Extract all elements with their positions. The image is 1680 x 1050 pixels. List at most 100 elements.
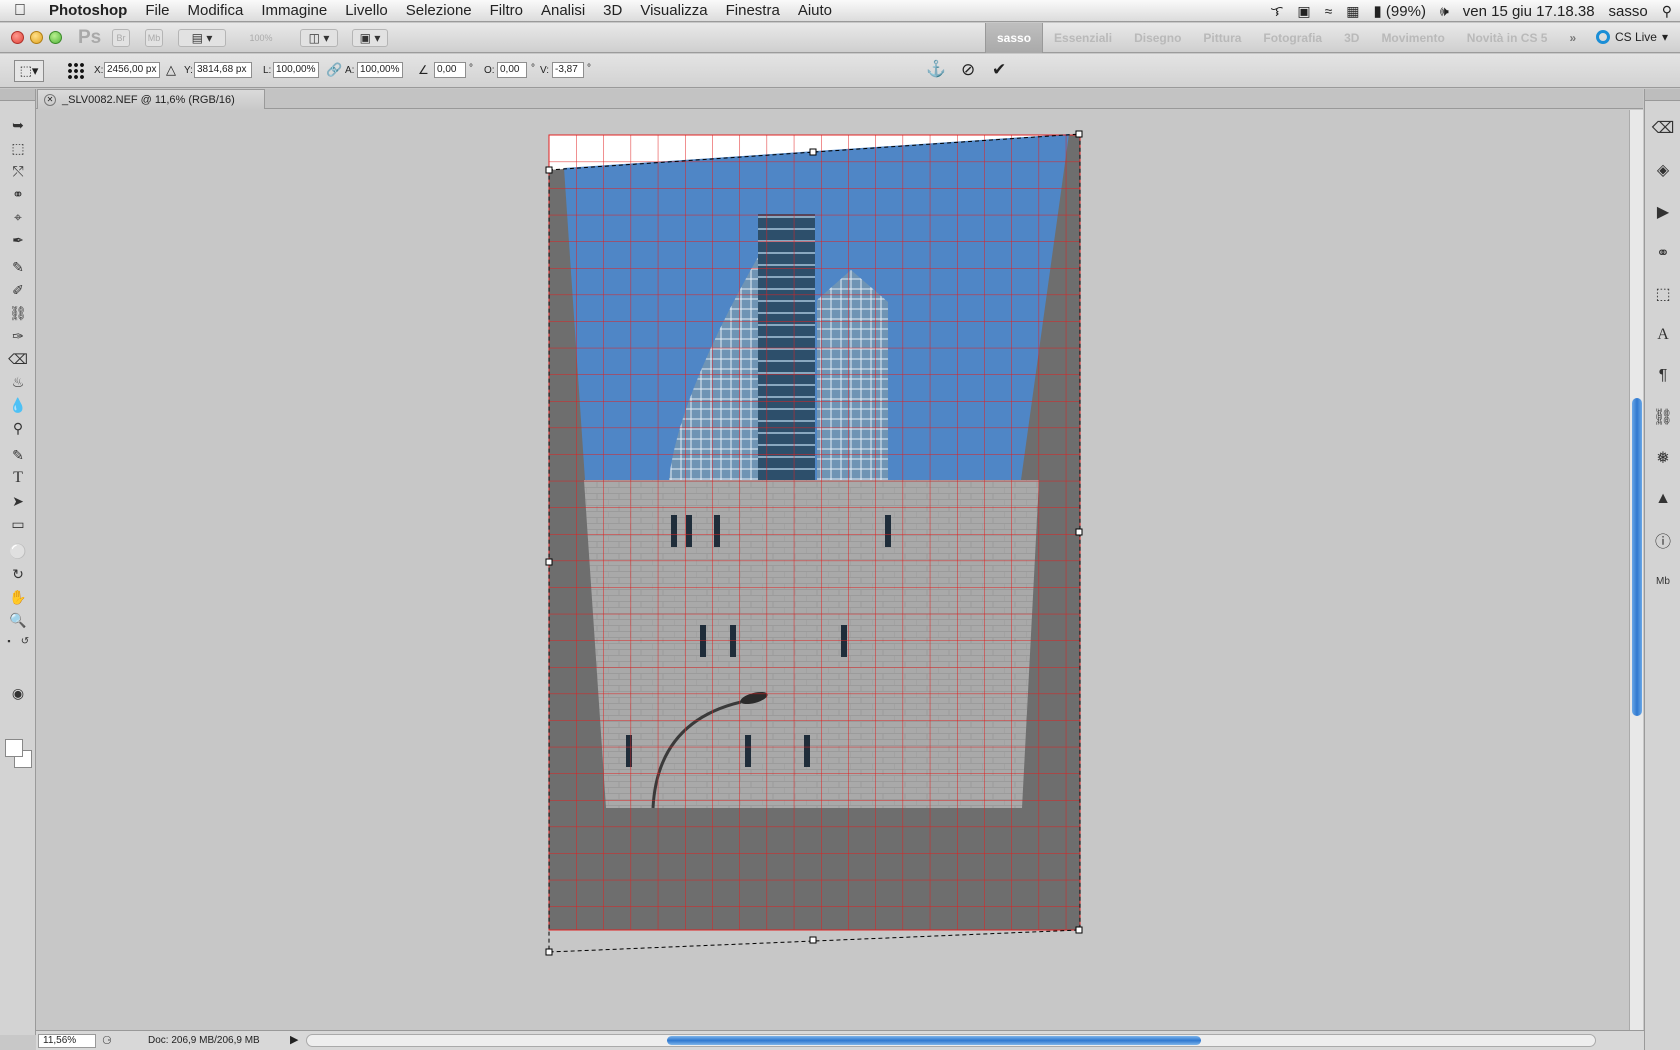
bluetooth-icon[interactable]: ᜎ xyxy=(1271,2,1284,21)
close-window-button[interactable] xyxy=(11,31,24,44)
link-icon[interactable]: 🔗 xyxy=(326,62,342,78)
apple-icon[interactable]:  xyxy=(0,2,40,20)
commit-transform-icon[interactable]: ✔ xyxy=(992,61,1006,78)
clone-source-panel-icon[interactable]: ⛓ xyxy=(1652,406,1674,428)
spotlight-search-icon[interactable]: ⚲ xyxy=(1662,3,1672,20)
workspace-more-button[interactable]: » xyxy=(1558,23,1587,53)
screen-mode-menu[interactable]: ▣ ▾ xyxy=(352,29,388,47)
x-position-field[interactable]: 2456,00 px xyxy=(104,62,160,78)
3d-orbit-tool-icon[interactable]: ↻ xyxy=(6,564,30,584)
vertical-skew-field[interactable]: -3,87 xyxy=(552,62,584,78)
width-scale-field[interactable]: 100,00% xyxy=(273,62,319,78)
crop-tool-icon[interactable]: ⌖ xyxy=(6,207,30,227)
menu-modifica[interactable]: Modifica xyxy=(179,0,253,22)
workspace-tab-movimento[interactable]: Movimento xyxy=(1370,23,1455,53)
history-brush-tool-icon[interactable]: ✑ xyxy=(6,326,30,346)
layers-panel-icon[interactable]: ◈ xyxy=(1652,159,1674,181)
brush-tool-icon[interactable]: ✐ xyxy=(6,280,30,300)
mini-bridge-panel-icon[interactable]: Mb xyxy=(1652,570,1674,592)
document-tab[interactable]: ✕ _SLV0082.NEF @ 11,6% (RGB/16) xyxy=(37,89,265,109)
zoom-tool-icon[interactable]: 🔍 xyxy=(6,610,30,630)
info-panel-icon[interactable]: ⓘ xyxy=(1652,529,1674,551)
rotate-angle-field[interactable]: 0,00 xyxy=(434,62,466,78)
vertical-scrollbar[interactable] xyxy=(1629,110,1643,1030)
clock[interactable]: ven 15 giu 17.18.38 xyxy=(1463,3,1595,20)
volume-icon[interactable]: 🕪 xyxy=(1440,3,1449,20)
status-preview-icon[interactable]: ⚆ xyxy=(102,1034,112,1047)
user-name[interactable]: sasso xyxy=(1609,3,1648,20)
menu-finestra[interactable]: Finestra xyxy=(717,0,789,22)
calendar-icon[interactable]: ▦ xyxy=(1346,3,1359,20)
menu-app-name[interactable]: Photoshop xyxy=(40,0,136,22)
path-selection-tool-icon[interactable]: ➤ xyxy=(6,491,30,511)
eraser-tool-icon[interactable]: ⌫ xyxy=(6,349,30,369)
menu-analisi[interactable]: Analisi xyxy=(532,0,594,22)
swap-colors-icon[interactable]: ↺ xyxy=(18,631,32,651)
workspace-tab-novita-cs5[interactable]: Novità in CS 5 xyxy=(1456,23,1559,53)
height-scale-field[interactable]: 100,00% xyxy=(357,62,403,78)
horizontal-scroll-thumb[interactable] xyxy=(667,1036,1201,1045)
foreground-color-swatch[interactable] xyxy=(5,739,23,757)
rectangle-tool-icon[interactable]: ▭ xyxy=(6,514,30,534)
dodge-tool-icon[interactable]: ⚲ xyxy=(6,418,30,438)
canvas-area[interactable] xyxy=(36,110,1629,1030)
quick-selection-tool-icon[interactable]: ⚭ xyxy=(6,184,30,204)
menu-3d[interactable]: 3D xyxy=(594,0,631,22)
cancel-transform-icon[interactable]: ⊘ xyxy=(961,61,975,78)
lasso-tool-icon[interactable]: ⤲ xyxy=(6,161,30,181)
pen-tool-icon[interactable]: ✎ xyxy=(6,445,30,465)
paths-panel-icon[interactable]: ⬚ xyxy=(1652,283,1674,305)
move-tool-icon[interactable]: ➥ xyxy=(6,115,30,135)
mini-bridge-button[interactable]: Mb xyxy=(145,29,163,47)
tools-panel-grip[interactable] xyxy=(0,89,35,101)
vertical-scroll-thumb[interactable] xyxy=(1632,398,1642,716)
marquee-tool-icon[interactable]: ⬚ xyxy=(6,138,30,158)
horizontal-scrollbar[interactable] xyxy=(306,1034,1596,1047)
workspace-tab-sasso[interactable]: sasso xyxy=(985,23,1044,53)
extras-view-menu[interactable]: ▤ ▾ xyxy=(178,29,226,47)
animation-panel-icon[interactable]: ▶ xyxy=(1652,201,1674,223)
menu-selezione[interactable]: Selezione xyxy=(397,0,481,22)
close-document-icon[interactable]: ✕ xyxy=(44,93,56,106)
menu-visualizza[interactable]: Visualizza xyxy=(631,0,716,22)
channels-panel-icon[interactable]: ⚭ xyxy=(1652,242,1674,264)
histogram-panel-icon[interactable]: ▲ xyxy=(1652,488,1674,510)
menu-file[interactable]: File xyxy=(136,0,178,22)
horizontal-skew-field[interactable]: 0,00 xyxy=(497,62,527,78)
status-menu-arrow-icon[interactable]: ▶ xyxy=(290,1033,298,1046)
hand-tool-icon[interactable]: ✋ xyxy=(6,587,30,607)
character-panel-icon[interactable]: A xyxy=(1652,324,1674,346)
history-panel-icon[interactable]: ⌫ xyxy=(1652,117,1675,139)
3d-rotate-tool-icon[interactable]: ⚪ xyxy=(6,541,30,561)
workspace-tab-pittura[interactable]: Pittura xyxy=(1192,23,1252,53)
display-icon[interactable]: ▣ xyxy=(1297,3,1310,20)
quick-mask-icon[interactable]: ◉ xyxy=(6,683,30,703)
menu-aiuto[interactable]: Aiuto xyxy=(789,0,841,22)
type-tool-icon[interactable]: T xyxy=(6,468,30,488)
workspace-tab-essenziali[interactable]: Essenziali xyxy=(1043,23,1123,53)
workspace-tab-disegno[interactable]: Disegno xyxy=(1123,23,1192,53)
eyedropper-tool-icon[interactable]: ✒ xyxy=(6,230,30,250)
arrange-documents-menu[interactable]: ◫ ▾ xyxy=(300,29,338,47)
menu-immagine[interactable]: Immagine xyxy=(252,0,336,22)
zoom-window-button[interactable] xyxy=(49,31,62,44)
workspace-tab-3d[interactable]: 3D xyxy=(1333,23,1370,53)
relative-position-icon[interactable]: △ xyxy=(166,62,176,78)
paint-bucket-tool-icon[interactable]: ♨ xyxy=(6,372,30,392)
panel-dock-grip[interactable] xyxy=(1645,89,1680,101)
y-position-field[interactable]: 3814,68 px xyxy=(194,62,252,78)
bridge-button[interactable]: Br xyxy=(112,29,130,47)
paragraph-panel-icon[interactable]: ¶ xyxy=(1652,365,1674,387)
cs-live-button[interactable]: CS Live ▾ xyxy=(1595,30,1668,44)
zoom-level-field[interactable]: 11,56% xyxy=(38,1034,96,1048)
menu-filtro[interactable]: Filtro xyxy=(481,0,532,22)
wifi-icon[interactable]: ≈ xyxy=(1325,3,1333,19)
clone-stamp-tool-icon[interactable]: ⛓ xyxy=(6,303,30,323)
menu-livello[interactable]: Livello xyxy=(336,0,397,22)
warp-mode-icon[interactable]: ⚓ xyxy=(926,62,946,78)
blur-tool-icon[interactable]: 💧 xyxy=(6,395,30,415)
tool-preset-picker[interactable]: ⬚▾ xyxy=(14,60,44,82)
reference-point-locator[interactable] xyxy=(67,62,85,80)
battery-status[interactable]: ▮ (99%) xyxy=(1373,2,1425,20)
minimize-window-button[interactable] xyxy=(30,31,43,44)
